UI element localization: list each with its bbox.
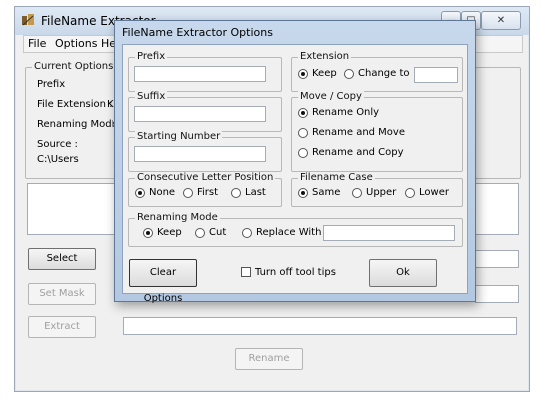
extension-keep-radio[interactable] xyxy=(298,69,308,79)
tooltips-label: Turn off tool tips xyxy=(255,267,336,278)
extension-change-radio[interactable] xyxy=(344,69,354,79)
right-group xyxy=(475,67,521,179)
consecutive-group: Consecutive Letter Position None First L… xyxy=(128,172,282,207)
dialog-client: Prefix Suffix Starting Number Extension … xyxy=(122,44,468,304)
consecutive-legend: Consecutive Letter Position xyxy=(135,172,276,183)
case-lower-radio[interactable] xyxy=(405,188,415,198)
consecutive-last-radio[interactable] xyxy=(231,188,241,198)
move-copy-legend: Move / Copy xyxy=(298,91,364,102)
select-button[interactable]: Select xyxy=(28,248,96,270)
case-same-radio[interactable] xyxy=(298,188,308,198)
starting-number-input[interactable] xyxy=(134,146,266,162)
replace-with-input[interactable] xyxy=(323,225,455,241)
options-dialog: FileName Extractor Options Prefix Suffix… xyxy=(114,20,476,304)
extension-change-label: Change to xyxy=(358,68,410,79)
file-list[interactable] xyxy=(27,183,119,235)
suffix-input[interactable] xyxy=(134,106,266,122)
renaming-mode-legend: Renaming Mode xyxy=(135,212,220,223)
mode-cut-radio[interactable] xyxy=(195,228,205,238)
mask-field[interactable] xyxy=(475,285,519,303)
select-path-field[interactable] xyxy=(475,250,519,268)
mode-cut-label: Cut xyxy=(209,227,227,238)
mode-replace-radio[interactable] xyxy=(242,228,252,238)
current-options-legend: Current Options xyxy=(32,61,116,72)
source-value: C:\Users xyxy=(37,154,79,165)
suffix-legend: Suffix xyxy=(135,91,168,102)
consecutive-none-label: None xyxy=(149,187,176,198)
file-extension-value: K xyxy=(107,99,114,110)
tooltips-checkbox[interactable] xyxy=(241,267,251,277)
rename-and-move-radio[interactable] xyxy=(298,128,308,138)
rename-button[interactable]: Rename xyxy=(235,348,303,370)
app-icon xyxy=(22,14,34,26)
extract-field[interactable] xyxy=(123,317,517,335)
consecutive-first-label: First xyxy=(197,187,219,198)
starting-number-group: Starting Number xyxy=(128,131,282,172)
dialog-title: FileName Extractor Options xyxy=(122,26,273,39)
consecutive-first-radio[interactable] xyxy=(183,188,193,198)
extension-keep-label: Keep xyxy=(312,68,337,79)
mode-replace-label: Replace With xyxy=(256,227,322,238)
case-upper-radio[interactable] xyxy=(352,188,362,198)
source-label: Source : xyxy=(37,139,78,150)
filename-case-group: Filename Case Same Upper Lower xyxy=(291,172,463,207)
set-mask-button[interactable]: Set Mask xyxy=(28,283,96,305)
suffix-group: Suffix xyxy=(128,91,282,132)
extension-group: Extension Keep Change to xyxy=(291,51,463,92)
rename-and-copy-label: Rename and Copy xyxy=(312,147,404,158)
file-list-right[interactable] xyxy=(475,183,519,235)
close-button[interactable]: ✕ xyxy=(481,11,521,30)
starting-number-legend: Starting Number xyxy=(135,131,223,142)
prefix-label: Prefix xyxy=(37,79,66,90)
rename-and-copy-radio[interactable] xyxy=(298,148,308,158)
move-copy-group: Move / Copy Rename Only Rename and Move … xyxy=(291,91,463,172)
menu-file[interactable]: File xyxy=(28,37,46,50)
prefix-group: Prefix xyxy=(128,51,282,92)
mode-keep-radio[interactable] xyxy=(143,228,153,238)
extension-legend: Extension xyxy=(298,51,352,62)
prefix-input[interactable] xyxy=(134,66,266,82)
mode-keep-label: Keep xyxy=(157,227,182,238)
rename-only-radio[interactable] xyxy=(298,108,308,118)
rename-only-label: Rename Only xyxy=(312,107,380,118)
clear-options-button[interactable]: Clear Options xyxy=(129,259,197,304)
rename-and-move-label: Rename and Move xyxy=(312,127,405,138)
prefix-legend: Prefix xyxy=(135,51,168,62)
menu-options[interactable]: Options xyxy=(55,37,97,50)
case-lower-label: Lower xyxy=(419,187,449,198)
ok-button[interactable]: Ok xyxy=(369,259,437,287)
extract-button[interactable]: Extract xyxy=(28,316,96,338)
extension-input[interactable] xyxy=(414,67,458,83)
renaming-mode-group: Renaming Mode Keep Cut Replace With xyxy=(128,212,463,247)
case-same-label: Same xyxy=(312,187,341,198)
file-extension-label: File Extension : xyxy=(37,99,113,110)
consecutive-none-radio[interactable] xyxy=(135,188,145,198)
case-upper-label: Upper xyxy=(366,187,397,198)
consecutive-last-label: Last xyxy=(245,187,266,198)
filename-case-legend: Filename Case xyxy=(298,172,375,183)
